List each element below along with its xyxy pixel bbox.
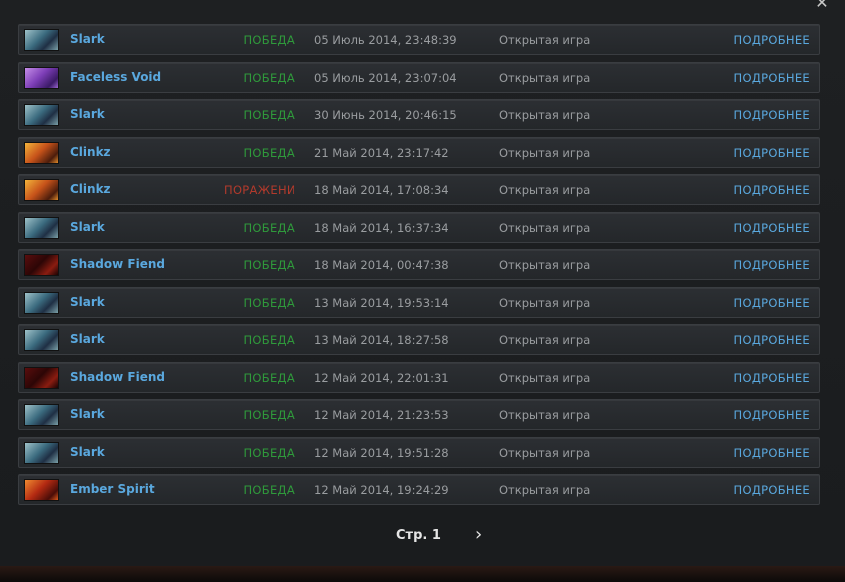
hero-name[interactable]: Slark <box>70 445 105 459</box>
hero-avatar-icon <box>24 179 59 201</box>
hero-avatar-icon <box>24 254 59 276</box>
details-link[interactable]: ПОДРОБНЕЕ <box>734 408 810 422</box>
match-row[interactable]: Slark ПОБЕДА 30 Июнь 2014, 20:46:15 Откр… <box>18 99 820 130</box>
hero-avatar-icon <box>24 366 59 389</box>
match-result: ПОБЕДА <box>243 70 295 85</box>
hero-name[interactable]: Slark <box>70 32 105 46</box>
hero-avatar-icon <box>24 66 59 89</box>
hero-avatar-icon <box>24 104 59 126</box>
game-mode: Открытая игра <box>499 483 591 497</box>
match-date: 12 Май 2014, 21:23:53 <box>314 408 449 422</box>
match-date: 13 Май 2014, 18:27:58 <box>314 333 449 347</box>
hero-name[interactable]: Slark <box>70 407 105 421</box>
hero-name[interactable]: Faceless Void <box>70 70 161 84</box>
match-result: ПОРАЖЕНИ <box>224 183 294 197</box>
bottom-strip <box>0 566 845 582</box>
details-link[interactable]: ПОДРОБНЕЕ <box>734 483 810 497</box>
page-indicator: Стр. 1 <box>396 528 441 543</box>
match-row[interactable]: Slark ПОБЕДА 13 Май 2014, 18:27:58 Откры… <box>18 324 820 355</box>
match-date: 12 Май 2014, 19:24:29 <box>314 483 449 497</box>
details-link[interactable]: ПОДРОБНЕЕ <box>734 333 810 347</box>
match-row[interactable]: Faceless Void ПОБЕДА 05 Июль 2014, 23:07… <box>18 61 820 93</box>
match-result: ПОБЕДА <box>243 33 295 47</box>
hero-avatar-icon <box>24 479 59 501</box>
next-page-icon[interactable]: › <box>475 526 489 544</box>
match-row[interactable]: Slark ПОБЕДА 12 Май 2014, 21:23:53 Откры… <box>18 399 820 430</box>
game-mode: Открытая игра <box>499 145 591 160</box>
hero-name[interactable]: Ember Spirit <box>70 482 155 496</box>
match-result: ПОБЕДА <box>243 333 295 347</box>
hero-name[interactable]: Slark <box>70 295 105 309</box>
hero-name[interactable]: Clinkz <box>70 145 111 159</box>
hero-avatar-icon <box>24 216 59 239</box>
match-date: 13 Май 2014, 19:53:14 <box>314 295 449 310</box>
match-result: ПОБЕДА <box>243 295 295 310</box>
game-mode: Открытая игра <box>499 370 591 385</box>
details-link[interactable]: ПОДРОБНЕЕ <box>734 108 810 122</box>
details-link[interactable]: ПОДРОБНЕЕ <box>734 446 810 460</box>
hero-avatar-icon <box>24 141 59 164</box>
hero-name[interactable]: Clinkz <box>70 182 111 196</box>
match-result: ПОБЕДА <box>243 108 295 122</box>
match-date: 21 Май 2014, 23:17:42 <box>314 145 449 160</box>
match-row[interactable]: Clinkz ПОРАЖЕНИ 18 Май 2014, 17:08:34 От… <box>18 174 820 205</box>
close-icon[interactable]: ✕ <box>813 0 831 12</box>
game-mode: Открытая игра <box>499 333 591 347</box>
match-date: 18 Май 2014, 16:37:34 <box>314 220 449 235</box>
details-link[interactable]: ПОДРОБНЕЕ <box>734 296 810 310</box>
hero-avatar-icon <box>24 441 59 464</box>
details-link[interactable]: ПОДРОБНЕЕ <box>734 71 810 85</box>
game-mode: Открытая игра <box>499 33 591 47</box>
match-date: 18 Май 2014, 00:47:38 <box>314 258 449 272</box>
match-row[interactable]: Slark ПОБЕДА 12 Май 2014, 19:51:28 Откры… <box>18 436 820 468</box>
details-link[interactable]: ПОДРОБНЕЕ <box>734 183 810 197</box>
match-row[interactable]: Clinkz ПОБЕДА 21 Май 2014, 23:17:42 Откр… <box>18 136 820 168</box>
match-result: ПОБЕДА <box>243 370 295 385</box>
game-mode: Открытая игра <box>499 70 591 85</box>
match-row[interactable]: Shadow Fiend ПОБЕДА 12 Май 2014, 22:01:3… <box>18 361 820 393</box>
match-row[interactable]: Ember Spirit ПОБЕДА 12 Май 2014, 19:24:2… <box>18 474 820 505</box>
match-result: ПОБЕДА <box>243 145 295 160</box>
details-link[interactable]: ПОДРОБНЕЕ <box>734 146 810 160</box>
hero-name[interactable]: Slark <box>70 107 105 121</box>
match-result: ПОБЕДА <box>243 220 295 235</box>
game-mode: Открытая игра <box>499 408 591 422</box>
hero-name[interactable]: Slark <box>70 332 105 346</box>
match-result: ПОБЕДА <box>243 408 295 422</box>
details-link[interactable]: ПОДРОБНЕЕ <box>734 371 810 385</box>
game-mode: Открытая игра <box>499 183 591 197</box>
match-date: 05 Июль 2014, 23:07:04 <box>314 70 457 85</box>
game-mode: Открытая игра <box>499 295 591 310</box>
match-date: 18 Май 2014, 17:08:34 <box>314 183 449 197</box>
match-date: 30 Июнь 2014, 20:46:15 <box>314 108 457 122</box>
details-link[interactable]: ПОДРОБНЕЕ <box>734 221 810 235</box>
details-link[interactable]: ПОДРОБНЕЕ <box>734 258 810 272</box>
match-row[interactable]: Slark ПОБЕДА 18 Май 2014, 16:37:34 Откры… <box>18 211 820 243</box>
hero-avatar-icon <box>24 404 59 426</box>
hero-name[interactable]: Shadow Fiend <box>70 370 165 384</box>
match-date: 05 Июль 2014, 23:48:39 <box>314 33 457 47</box>
game-mode: Открытая игра <box>499 108 591 122</box>
hero-name[interactable]: Slark <box>70 220 105 234</box>
match-result: ПОБЕДА <box>243 483 295 497</box>
match-date: 12 Май 2014, 22:01:31 <box>314 370 449 385</box>
hero-avatar-icon <box>24 291 59 314</box>
hero-avatar-icon <box>24 329 59 351</box>
match-row[interactable]: Shadow Fiend ПОБЕДА 18 Май 2014, 00:47:3… <box>18 249 820 280</box>
match-row[interactable]: Slark ПОБЕДА 13 Май 2014, 19:53:14 Откры… <box>18 286 820 318</box>
hero-name[interactable]: Shadow Fiend <box>70 257 165 271</box>
hero-avatar-icon <box>24 29 59 51</box>
details-link[interactable]: ПОДРОБНЕЕ <box>734 33 810 47</box>
match-row[interactable]: Slark ПОБЕДА 05 Июль 2014, 23:48:39 Откр… <box>18 24 820 55</box>
game-mode: Открытая игра <box>499 258 591 272</box>
match-result: ПОБЕДА <box>243 445 295 460</box>
match-result: ПОБЕДА <box>243 258 295 272</box>
game-mode: Открытая игра <box>499 220 591 235</box>
match-date: 12 Май 2014, 19:51:28 <box>314 445 449 460</box>
game-mode: Открытая игра <box>499 445 591 460</box>
